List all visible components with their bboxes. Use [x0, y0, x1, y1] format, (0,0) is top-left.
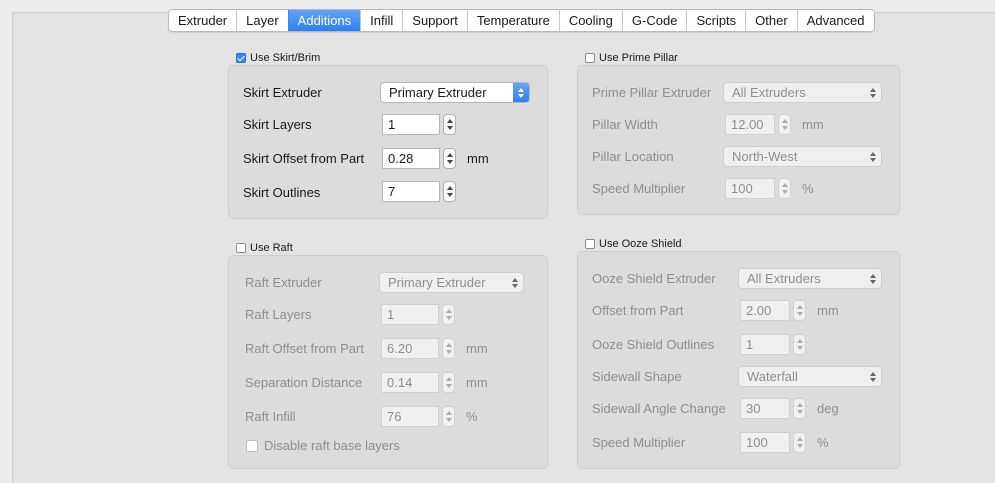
raft-layers-input[interactable]: 1: [381, 304, 439, 325]
select-arrows-icon: [865, 367, 881, 386]
raft-offset-label: Raft Offset from Part: [245, 341, 364, 356]
ooze-offset-input[interactable]: 2.00: [740, 300, 790, 321]
sidewall-angle-stepper[interactable]: [793, 398, 806, 419]
pillar-location-select[interactable]: North-West: [723, 146, 882, 167]
ooze-speed-unit: %: [817, 435, 829, 450]
disable-raft-base-row: Disable raft base layers: [246, 438, 400, 453]
skirt-outlines-input[interactable]: 7: [382, 181, 440, 202]
pillar-width-stepper[interactable]: [778, 114, 791, 135]
prime-pillar-extruder-label: Prime Pillar Extruder: [592, 85, 712, 100]
ooze-speed-input[interactable]: 100: [740, 432, 790, 453]
select-arrows-icon: [865, 147, 881, 166]
use-raft-label[interactable]: Use Raft: [250, 242, 293, 254]
use-raft-checkbox[interactable]: [236, 243, 246, 253]
skirt-extruder-label: Skirt Extruder: [243, 85, 322, 100]
tab-other[interactable]: Other: [745, 10, 797, 31]
pillar-speed-input[interactable]: 100: [725, 178, 775, 199]
tab-gcode[interactable]: G-Code: [621, 10, 687, 31]
select-arrows-icon: [507, 273, 523, 292]
sidewall-shape-value: Waterfall: [747, 369, 798, 384]
tab-support[interactable]: Support: [402, 10, 467, 31]
tab-infill[interactable]: Infill: [360, 10, 403, 31]
tab-additions[interactable]: Additions: [287, 10, 361, 31]
skirt-group-header: Use Skirt/Brim: [236, 52, 320, 64]
ooze-extruder-value: All Extruders: [747, 271, 821, 286]
ooze-offset-label: Offset from Part: [592, 303, 684, 318]
skirt-offset-label: Skirt Offset from Part: [243, 151, 365, 166]
raft-extruder-value: Primary Extruder: [388, 275, 486, 290]
use-prime-pillar-checkbox[interactable]: [585, 53, 595, 63]
raft-layers-label: Raft Layers: [245, 307, 312, 322]
raft-extruder-select[interactable]: Primary Extruder: [379, 272, 524, 293]
pillar-speed-stepper[interactable]: [778, 178, 791, 199]
ooze-outlines-stepper[interactable]: [793, 334, 806, 355]
sidewall-angle-label: Sidewall Angle Change: [592, 401, 726, 416]
skirt-extruder-value: Primary Extruder: [389, 85, 487, 100]
use-ooze-shield-checkbox[interactable]: [585, 239, 595, 249]
skirt-extruder-select[interactable]: Primary Extruder: [380, 82, 530, 103]
tab-temperature[interactable]: Temperature: [466, 10, 559, 31]
tab-advanced[interactable]: Advanced: [796, 10, 874, 31]
raft-separation-input[interactable]: 0.14: [381, 372, 439, 393]
pillar-location-label: Pillar Location: [592, 149, 674, 164]
raft-infill-input[interactable]: 76: [381, 406, 439, 427]
select-arrows-icon: [865, 269, 881, 288]
pillar-speed-label: Speed Multiplier: [592, 181, 686, 196]
raft-separation-unit: mm: [466, 375, 488, 390]
disable-raft-base-label[interactable]: Disable raft base layers: [264, 438, 400, 453]
tab-cooling[interactable]: Cooling: [558, 10, 622, 31]
pillar-speed-unit: %: [802, 181, 814, 196]
raft-infill-label: Raft Infill: [245, 409, 296, 424]
tab-bar: Extruder Layer Additions Infill Support …: [168, 9, 875, 32]
disable-raft-base-checkbox[interactable]: [246, 439, 258, 452]
pillar-width-unit: mm: [802, 117, 824, 132]
tab-scripts[interactable]: Scripts: [686, 10, 746, 31]
raft-separation-stepper[interactable]: [442, 372, 455, 393]
skirt-outlines-stepper[interactable]: [443, 181, 456, 202]
ooze-speed-label: Speed Multiplier: [592, 435, 686, 450]
ooze-offset-stepper[interactable]: [793, 300, 806, 321]
use-prime-pillar-label[interactable]: Use Prime Pillar: [599, 52, 678, 64]
use-ooze-shield-label[interactable]: Use Ooze Shield: [599, 238, 682, 250]
sidewall-angle-input[interactable]: 30: [740, 398, 790, 419]
raft-extruder-label: Raft Extruder: [245, 275, 322, 290]
prime-pillar-extruder-select[interactable]: All Extruders: [723, 82, 882, 103]
pillar-width-input[interactable]: 12.00: [725, 114, 775, 135]
raft-group-header: Use Raft: [236, 242, 293, 254]
prime-pillar-extruder-value: All Extruders: [732, 85, 806, 100]
ooze-speed-stepper[interactable]: [793, 432, 806, 453]
skirt-outlines-label: Skirt Outlines: [243, 185, 321, 200]
tab-extruder[interactable]: Extruder: [169, 10, 237, 31]
prime-pillar-group-header: Use Prime Pillar: [585, 52, 678, 64]
raft-layers-stepper[interactable]: [442, 304, 455, 325]
ooze-extruder-select[interactable]: All Extruders: [738, 268, 882, 289]
pillar-width-label: Pillar Width: [592, 117, 658, 132]
raft-infill-unit: %: [466, 409, 478, 424]
skirt-offset-unit: mm: [467, 151, 489, 166]
raft-offset-input[interactable]: 6.20: [381, 338, 439, 359]
select-arrows-icon: [865, 83, 881, 102]
raft-offset-stepper[interactable]: [442, 338, 455, 359]
ooze-outlines-input[interactable]: 1: [740, 334, 790, 355]
raft-offset-unit: mm: [466, 341, 488, 356]
ooze-outlines-label: Ooze Shield Outlines: [592, 337, 715, 352]
ooze-extruder-label: Ooze Shield Extruder: [592, 271, 716, 286]
raft-separation-label: Separation Distance: [245, 375, 363, 390]
tab-layer[interactable]: Layer: [236, 10, 288, 31]
skirt-layers-label: Skirt Layers: [243, 117, 312, 132]
use-skirt-label[interactable]: Use Skirt/Brim: [250, 52, 320, 64]
skirt-offset-input[interactable]: 0.28: [382, 148, 440, 169]
sidewall-angle-unit: deg: [817, 401, 839, 416]
ooze-offset-unit: mm: [817, 303, 839, 318]
sidewall-shape-label: Sidewall Shape: [592, 369, 682, 384]
pillar-location-value: North-West: [732, 149, 798, 164]
skirt-layers-stepper[interactable]: [443, 114, 456, 135]
sidewall-shape-select[interactable]: Waterfall: [738, 366, 882, 387]
ooze-shield-group-header: Use Ooze Shield: [585, 238, 682, 250]
skirt-offset-stepper[interactable]: [443, 148, 456, 169]
skirt-layers-input[interactable]: 1: [382, 114, 440, 135]
raft-infill-stepper[interactable]: [442, 406, 455, 427]
use-skirt-checkbox[interactable]: [236, 53, 246, 63]
select-arrows-icon: [513, 83, 529, 102]
